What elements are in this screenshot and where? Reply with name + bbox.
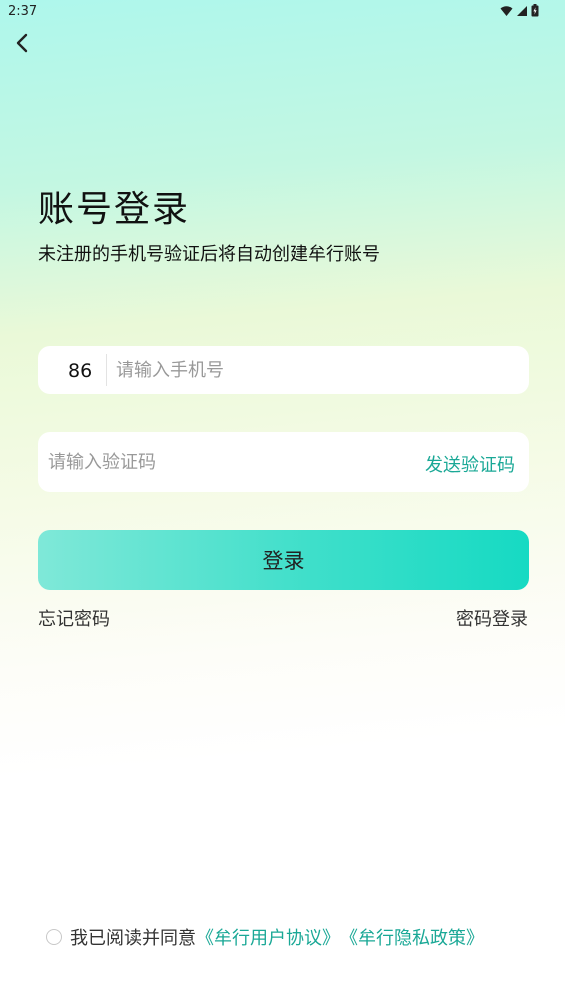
verification-code-input[interactable] xyxy=(48,432,348,492)
field-divider xyxy=(106,354,107,386)
agreement-checkbox[interactable] xyxy=(46,929,62,945)
phone-field: 86 xyxy=(38,346,529,394)
chevron-left-icon xyxy=(16,33,28,53)
agreement-text: 我已阅读并同意 xyxy=(70,928,196,949)
login-button[interactable]: 登录 xyxy=(38,530,529,590)
status-time: 2:37 xyxy=(8,4,38,19)
agreement-row: 我已阅读并同意 《牟行用户协议》 《牟行隐私政策》 xyxy=(46,924,484,950)
wifi-icon xyxy=(500,5,513,16)
battery-icon xyxy=(531,4,539,17)
signal-icon xyxy=(517,5,527,16)
send-code-button[interactable]: 发送验证码 xyxy=(425,451,515,477)
privacy-policy-link[interactable]: 《牟行隐私政策》 xyxy=(340,924,484,950)
page-title: 账号登录 xyxy=(38,189,191,230)
forgot-password-link[interactable]: 忘记密码 xyxy=(38,605,110,631)
verification-code-field: 发送验证码 xyxy=(38,432,529,492)
login-screen: 2:37 账号登录 未注册的手机号验证后将自动创建牟行账号 86 发送验证 xyxy=(0,0,565,1004)
country-code[interactable]: 86 xyxy=(68,360,92,382)
password-login-link[interactable]: 密码登录 xyxy=(456,605,528,631)
status-icons xyxy=(500,4,539,17)
page-subtitle: 未注册的手机号验证后将自动创建牟行账号 xyxy=(38,244,380,265)
status-bar: 2:37 xyxy=(0,0,565,24)
phone-input[interactable] xyxy=(116,346,516,394)
user-agreement-link[interactable]: 《牟行用户协议》 xyxy=(196,924,340,950)
back-button[interactable] xyxy=(10,30,36,56)
